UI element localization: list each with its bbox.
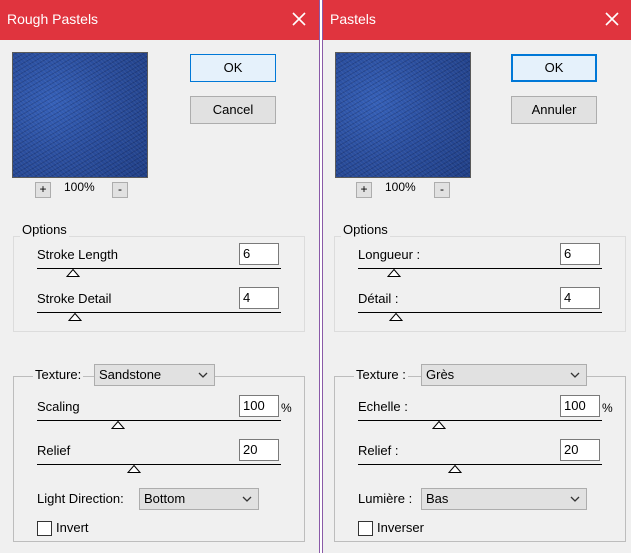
relief-slider-track[interactable] (37, 464, 281, 465)
scaling-slider-thumb[interactable] (111, 421, 125, 429)
texture-label: Texture : (354, 367, 408, 382)
close-icon[interactable] (601, 8, 623, 30)
preview-image[interactable] (12, 52, 148, 178)
texture-label: Texture: (33, 367, 84, 382)
stroke-length-slider-thumb[interactable] (66, 269, 80, 277)
zoom-out-button[interactable]: - (434, 182, 450, 198)
pastels-dialog: Pastels + 100% - OK Annuler Options Long… (322, 0, 631, 553)
invert-label: Inverser (377, 520, 424, 535)
relief-input[interactable]: 20 (239, 439, 279, 461)
close-icon[interactable] (288, 8, 310, 30)
stroke-length-input[interactable]: 6 (239, 243, 279, 265)
stroke-detail-label: Détail : (358, 291, 399, 306)
cancel-button[interactable]: Annuler (511, 96, 597, 124)
scaling-input[interactable]: 100 (239, 395, 279, 417)
chevron-down-icon (242, 496, 252, 502)
stroke-length-slider-thumb[interactable] (387, 269, 401, 277)
scaling-slider-track[interactable] (37, 420, 281, 421)
stroke-detail-input[interactable]: 4 (239, 287, 279, 309)
zoom-level: 100% (385, 180, 416, 194)
title-bar: Rough Pastels (0, 0, 319, 40)
options-legend: Options (341, 222, 390, 237)
relief-label: Relief : (358, 443, 399, 458)
relief-slider-thumb[interactable] (448, 465, 462, 473)
stroke-detail-label: Stroke Detail (37, 291, 112, 306)
zoom-out-button[interactable]: - (112, 182, 128, 198)
chevron-down-icon (570, 496, 580, 502)
stroke-length-input[interactable]: 6 (560, 243, 600, 265)
stroke-length-label: Longueur : (358, 247, 421, 262)
scaling-label: Echelle : (358, 399, 408, 414)
light-direction-label: Light Direction: (37, 491, 124, 506)
stroke-detail-slider-thumb[interactable] (68, 313, 82, 321)
zoom-in-button[interactable]: + (356, 182, 372, 198)
scaling-label: Scaling (37, 399, 80, 414)
ok-button[interactable]: OK (511, 54, 597, 82)
light-direction-selected-value: Bottom (144, 491, 186, 506)
relief-input[interactable]: 20 (560, 439, 600, 461)
title-bar: Pastels (323, 0, 631, 40)
zoom-in-button[interactable]: + (35, 182, 51, 198)
ok-button[interactable]: OK (190, 54, 276, 82)
relief-slider-thumb[interactable] (127, 465, 141, 473)
percent-sign: % (602, 401, 613, 415)
scaling-slider-thumb[interactable] (432, 421, 446, 429)
relief-slider-track[interactable] (358, 464, 602, 465)
rough-pastels-dialog: Rough Pastels + 100% - OK Cancel Options… (0, 0, 320, 553)
preview-image[interactable] (335, 52, 471, 178)
stroke-length-label: Stroke Length (37, 247, 118, 262)
scaling-slider-track[interactable] (358, 420, 602, 421)
options-legend: Options (20, 222, 69, 237)
dialog-title: Pastels (330, 11, 376, 27)
stroke-detail-slider-thumb[interactable] (389, 313, 403, 321)
chevron-down-icon (198, 372, 208, 378)
scaling-input[interactable]: 100 (560, 395, 600, 417)
light-direction-select[interactable]: Bas (421, 488, 587, 510)
zoom-level: 100% (64, 180, 95, 194)
texture-select[interactable]: Grès (421, 364, 587, 386)
relief-label: Relief (37, 443, 71, 458)
stroke-detail-input[interactable]: 4 (560, 287, 600, 309)
invert-checkbox[interactable] (358, 521, 373, 536)
light-direction-selected-value: Bas (426, 491, 449, 506)
chevron-down-icon (570, 372, 580, 378)
texture-select[interactable]: Sandstone (94, 364, 215, 386)
light-direction-select[interactable]: Bottom (139, 488, 259, 510)
texture-selected-value: Grès (426, 367, 455, 382)
texture-selected-value: Sandstone (99, 367, 162, 382)
dialog-title: Rough Pastels (7, 11, 99, 27)
invert-checkbox[interactable] (37, 521, 52, 536)
percent-sign: % (281, 401, 292, 415)
cancel-button[interactable]: Cancel (190, 96, 276, 124)
invert-label: Invert (56, 520, 89, 535)
light-direction-label: Lumière : (358, 491, 413, 506)
